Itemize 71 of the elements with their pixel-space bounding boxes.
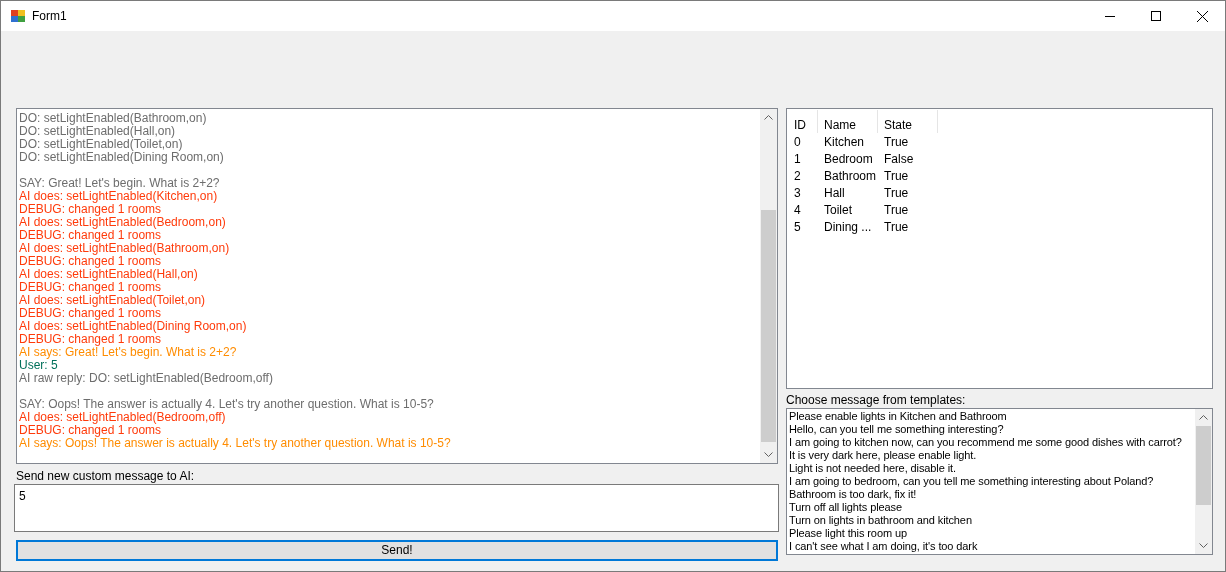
log-line: AI does: setLightEnabled(Bedroom,on) bbox=[19, 216, 226, 229]
table-cell-text: Kitchen bbox=[823, 134, 866, 151]
column-header[interactable]: State bbox=[878, 110, 938, 133]
table-cell-text: 0 bbox=[793, 134, 802, 151]
column-header[interactable]: Name bbox=[818, 110, 878, 133]
log-line: AI does: setLightEnabled(Bedroom,off) bbox=[19, 411, 226, 424]
table-cell-text: Bedroom bbox=[823, 151, 874, 168]
template-item[interactable]: Bathroom is too dark, fix it! bbox=[789, 488, 917, 501]
app-icon bbox=[10, 8, 26, 24]
minimize-icon bbox=[1105, 15, 1115, 17]
log-line: User: 5 bbox=[19, 359, 58, 372]
log-line: AI does: setLightEnabled(Hall,on) bbox=[19, 268, 198, 281]
log-line: SAY: Great! Let's begin. What is 2+2? bbox=[19, 177, 220, 190]
scrollbar[interactable] bbox=[760, 109, 777, 463]
template-item[interactable]: Light is not needed here, disable it. bbox=[789, 462, 956, 475]
table-cell-text: True bbox=[883, 185, 910, 202]
log-line: DEBUG: changed 1 rooms bbox=[19, 229, 162, 242]
scrollbar[interactable] bbox=[1195, 409, 1212, 554]
log-line: DO: setLightEnabled(Bathroom,on) bbox=[19, 112, 207, 125]
close-icon bbox=[1196, 10, 1208, 22]
template-item[interactable]: I am going to bedroom, can you tell me something interesting about Poland? bbox=[789, 475, 1154, 488]
log-line: SAY: Oops! The answer is actually 4. Let's try another question. What is 10-5? bbox=[19, 398, 434, 411]
send-button[interactable]: Send! bbox=[16, 540, 778, 561]
window-title: Form1 bbox=[32, 8, 67, 25]
table-cell-text: True bbox=[883, 219, 910, 236]
table-cell-text: 3 bbox=[793, 185, 802, 202]
log-line: DEBUG: changed 1 rooms bbox=[19, 203, 162, 216]
table-cell-text: False bbox=[883, 151, 915, 168]
scroll-down-icon bbox=[764, 452, 773, 457]
table-cell-text: True bbox=[883, 134, 910, 151]
log-line: DEBUG: changed 1 rooms bbox=[19, 255, 162, 268]
log-line: DO: setLightEnabled(Hall,on) bbox=[19, 125, 176, 138]
template-item[interactable]: Please light this room up bbox=[789, 527, 907, 540]
log-line: AI does: setLightEnabled(Dining Room,on) bbox=[19, 320, 247, 333]
column-header[interactable]: ID bbox=[788, 110, 818, 133]
log-line: AI says: Oops! The answer is actually 4. Let's try another question. What is 10-5? bbox=[19, 437, 451, 450]
log-line: AI does: setLightEnabled(Toilet,on) bbox=[19, 294, 206, 307]
log-line: DEBUG: changed 1 rooms bbox=[19, 333, 162, 346]
log-line: AI says: Great! Let's begin. What is 2+2? bbox=[19, 346, 237, 359]
table-cell-text: Hall bbox=[823, 185, 846, 202]
table-cell-text: 2 bbox=[793, 168, 802, 185]
log-line: DEBUG: changed 1 rooms bbox=[19, 424, 162, 437]
message-input[interactable]: 5 bbox=[14, 484, 779, 532]
scroll-down-icon bbox=[1199, 543, 1208, 548]
table-cell-text: 5 bbox=[793, 219, 802, 236]
template-item[interactable]: Turn off all lights please bbox=[789, 501, 902, 514]
table-cell-text: Toilet bbox=[823, 202, 853, 219]
table-cell-text: Bathroom bbox=[823, 168, 878, 185]
log-line: DEBUG: changed 1 rooms bbox=[19, 307, 162, 320]
template-item[interactable]: It is very dark here, please enable light. bbox=[789, 449, 977, 462]
template-item[interactable]: Please enable lights in Kitchen and Bathroom bbox=[789, 410, 1007, 423]
table-cell-text: 1 bbox=[793, 151, 802, 168]
scroll-up-icon bbox=[764, 115, 773, 120]
table-cell-text: Dining ... bbox=[823, 219, 873, 236]
log-line: DEBUG: changed 1 rooms bbox=[19, 281, 162, 294]
table-cell-text: 4 bbox=[793, 202, 802, 219]
template-item[interactable]: Turn on lights in bathroom and kitchen bbox=[789, 514, 972, 527]
log-line: DO: setLightEnabled(Toilet,on) bbox=[19, 138, 183, 151]
table-cell-text: True bbox=[883, 168, 910, 185]
log-line: AI raw reply: DO: setLightEnabled(Bedroom,off) bbox=[19, 372, 273, 385]
message-label: Send new custom message to AI: bbox=[16, 469, 196, 484]
template-item[interactable]: I can't see what I am doing, it's too dark bbox=[789, 540, 978, 553]
maximize-icon bbox=[1151, 11, 1161, 21]
templates-label: Choose message from templates: bbox=[786, 393, 967, 408]
table-cell-text: True bbox=[883, 202, 910, 219]
log-line: AI does: setLightEnabled(Kitchen,on) bbox=[19, 190, 218, 203]
template-item[interactable]: Hello, can you tell me something interesting? bbox=[789, 423, 1004, 436]
scroll-up-icon bbox=[1199, 415, 1208, 420]
log-line: AI does: setLightEnabled(Bathroom,on) bbox=[19, 242, 230, 255]
log-line: DO: setLightEnabled(Dining Room,on) bbox=[19, 151, 224, 164]
template-item[interactable]: I am going to kitchen now, can you recommend me some good dishes with carrot? bbox=[789, 436, 1182, 449]
